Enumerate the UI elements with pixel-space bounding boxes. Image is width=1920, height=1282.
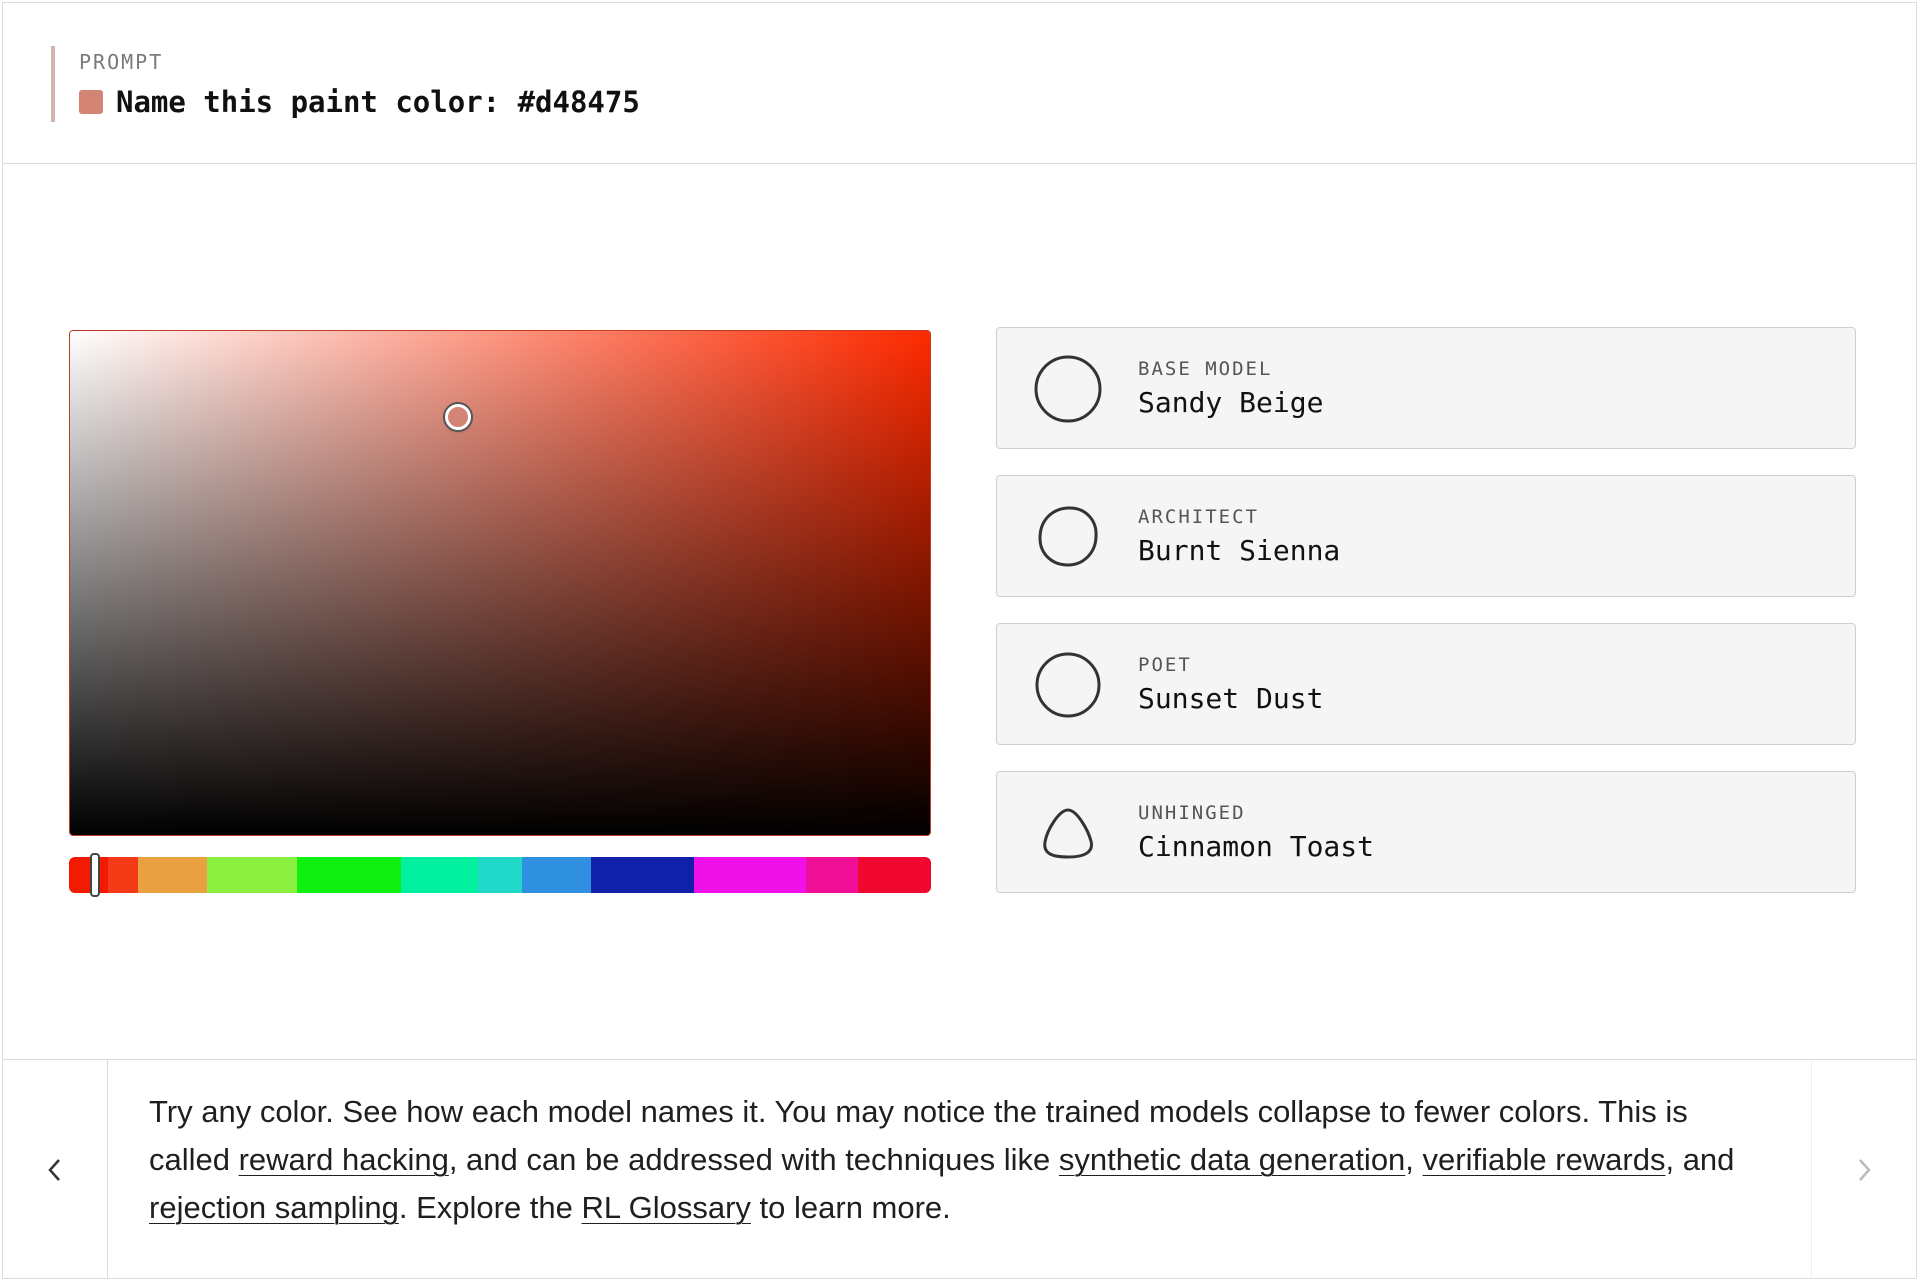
link-rl-glossary[interactable]: RL Glossary [582, 1190, 751, 1225]
caption-fragment: , and can be addressed with techniques l… [448, 1142, 1059, 1177]
prompt-accent-bar [51, 46, 55, 122]
model-card-unhinged: UNHINGED Cinnamon Toast [996, 771, 1856, 893]
hue-segment [521, 857, 592, 893]
hue-segment [137, 857, 208, 893]
color-picker-handle[interactable] [444, 404, 471, 431]
prompt-color-swatch [79, 90, 103, 114]
wobbly-circle-icon [1038, 506, 1098, 567]
prompt-section: PROMPT Name this paint color: #d48475 [3, 3, 1916, 164]
caption-fragment: , and [1665, 1142, 1735, 1177]
hue-segment [400, 857, 480, 893]
hue-segment [857, 857, 931, 893]
link-rejection-sampling[interactable]: rejection sampling [149, 1190, 399, 1225]
caption-text: Try any color. See how each model names … [149, 1088, 1769, 1232]
caption-fragment: , [1405, 1142, 1423, 1177]
circle-icon [1034, 355, 1102, 423]
prompt-label: PROMPT [79, 50, 164, 74]
hue-segment [69, 857, 109, 893]
model-card-architect: ARCHITECT Burnt Sienna [996, 475, 1856, 597]
footer-caption-bar: Try any color. See how each model names … [3, 1059, 1916, 1279]
model-card-poet: POET Sunset Dust [996, 623, 1856, 745]
chevron-left-icon [48, 1158, 60, 1181]
hue-segment [590, 857, 695, 893]
next-button[interactable] [1811, 1060, 1916, 1279]
model-label: UNHINGED [1138, 802, 1246, 824]
color-name: Burnt Sienna [1138, 534, 1341, 567]
color-name: Sandy Beige [1138, 386, 1324, 419]
prev-button[interactable] [3, 1060, 108, 1279]
hue-segment [693, 857, 807, 893]
prompt-text: Name this paint color: #d48475 [116, 85, 640, 119]
hue-slider[interactable] [69, 857, 931, 893]
hue-segment [206, 857, 299, 893]
caption-fragment: . Explore the [398, 1190, 582, 1225]
brightness-gradient [70, 331, 930, 835]
hue-slider-handle[interactable] [90, 853, 101, 897]
blob-triangle-icon [1043, 808, 1093, 859]
circle-icon [1035, 652, 1101, 718]
hue-segment [107, 857, 139, 893]
hue-segment [297, 857, 402, 893]
color-name: Sunset Dust [1138, 682, 1324, 715]
chevron-right-icon [1859, 1158, 1871, 1181]
model-label: ARCHITECT [1138, 506, 1259, 528]
hue-segment [806, 857, 859, 893]
model-card-base-model: BASE MODEL Sandy Beige [996, 327, 1856, 449]
model-label: BASE MODEL [1138, 358, 1273, 380]
color-name: Cinnamon Toast [1138, 830, 1375, 863]
link-verifiable-rewards[interactable]: verifiable rewards [1423, 1142, 1666, 1177]
demo-frame: PROMPT Name this paint color: #d48475 BA… [2, 2, 1917, 1279]
caption-fragment: to learn more. [750, 1190, 951, 1225]
saturation-brightness-field[interactable] [69, 330, 931, 836]
model-label: POET [1138, 654, 1192, 676]
link-reward-hacking[interactable]: reward hacking [239, 1142, 449, 1177]
hue-segment [478, 857, 523, 893]
link-synthetic-data-generation[interactable]: synthetic data generation [1059, 1142, 1405, 1177]
